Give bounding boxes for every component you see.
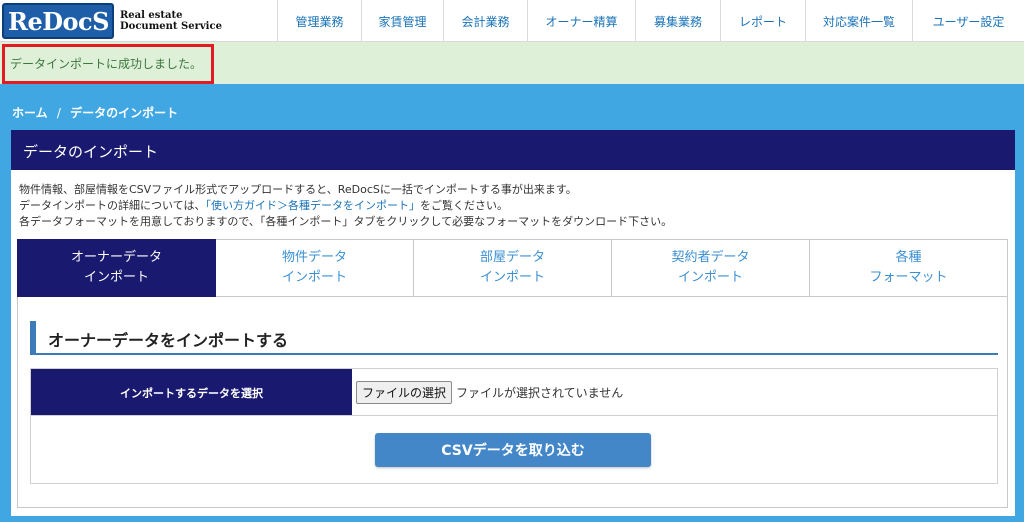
main-nav: 管理業務 家賃管理 会計業務 オーナー精算 募集業務 レポート 対応案件一覧 ユ… xyxy=(277,0,1024,42)
tab-tenant-line1: 契約者データ xyxy=(671,250,750,265)
tab-owner-import[interactable]: オーナーデータ インポート xyxy=(17,239,216,297)
top-header: ReDocS Real estate Document Service 管理業務… xyxy=(0,0,1024,42)
tab-room-import[interactable]: 部屋データ インポート xyxy=(414,239,612,297)
nav-item-owner-settlement[interactable]: オーナー精算 xyxy=(527,0,635,42)
panel-description: 物件情報、部屋情報をCSVファイル形式でアップロードすると、ReDocSに一括で… xyxy=(11,170,1015,230)
nav-item-recruitment[interactable]: 募集業務 xyxy=(635,0,720,42)
section-title: オーナーデータをインポートする xyxy=(30,321,998,355)
logo-subtitle: Real estate Document Service xyxy=(120,10,222,32)
tab-room-line2: インポート xyxy=(479,270,545,285)
tab-property-line1: 物件データ xyxy=(281,250,347,265)
nav-item-rent[interactable]: 家賃管理 xyxy=(361,0,443,42)
tab-tenant-import[interactable]: 契約者データ インポート xyxy=(612,239,810,297)
tab-tenant-line2: インポート xyxy=(677,270,743,285)
breadcrumb-home[interactable]: ホーム xyxy=(12,106,48,120)
tab-formats-line2: フォーマット xyxy=(869,270,948,285)
desc-line2: データインポートの詳細については、「使い方ガイド＞各種データをインポート」をご覧… xyxy=(19,198,1015,214)
tab-room-line1: 部屋データ xyxy=(479,250,545,265)
nav-item-cases[interactable]: 対応案件一覧 xyxy=(805,0,912,42)
tab-property-line2: インポート xyxy=(281,270,347,285)
breadcrumb-current: データのインポート xyxy=(70,106,179,120)
csv-import-button[interactable]: CSVデータを取り込む xyxy=(375,433,651,467)
file-status: ファイルが選択されていません xyxy=(456,385,624,400)
file-select-label: インポートするデータを選択 xyxy=(31,369,352,416)
form-divider xyxy=(31,415,997,416)
nav-item-user-settings[interactable]: ユーザー設定 xyxy=(912,0,1024,42)
tab-formats[interactable]: 各種 フォーマット xyxy=(810,239,1008,297)
file-select-button[interactable]: ファイルの選択 xyxy=(356,380,453,404)
nav-item-management[interactable]: 管理業務 xyxy=(277,0,361,42)
main-area: ホーム / データのインポート データのインポート 物件情報、部屋情報をCSVフ… xyxy=(0,84,1024,522)
desc-line2-suffix: をご覧ください。 xyxy=(419,199,508,212)
tab-content: オーナーデータをインポートする インポートするデータを選択 ファイルの選択 ファ… xyxy=(17,297,1008,508)
tab-owner-line2: インポート xyxy=(83,270,149,285)
import-tabs: オーナーデータ インポート 物件データ インポート 部屋データ インポート 契約… xyxy=(17,239,1008,297)
logo-text: ReDocS xyxy=(8,6,109,36)
tab-owner-line1: オーナーデータ xyxy=(70,250,162,265)
desc-line1: 物件情報、部屋情報をCSVファイル形式でアップロードすると、ReDocSに一括で… xyxy=(19,183,577,196)
logo-sub-line1: Real estate xyxy=(120,10,183,21)
logo-mark: ReDocS xyxy=(2,3,114,39)
desc-line2-prefix: データインポートの詳細については、 xyxy=(19,199,206,212)
nav-item-report[interactable]: レポート xyxy=(720,0,805,42)
desc-line3: 各データフォーマットを用意しておりますので、「各種インポート」タブをクリックして… xyxy=(19,215,673,228)
tab-property-import[interactable]: 物件データ インポート xyxy=(216,239,414,297)
import-form: インポートするデータを選択 ファイルの選択 ファイルが選択されていません CSV… xyxy=(30,368,998,484)
nav-item-accounting[interactable]: 会計業務 xyxy=(443,0,527,42)
alert-highlight-box xyxy=(2,44,214,84)
redocs-logo[interactable]: ReDocS Real estate Document Service xyxy=(2,3,222,39)
panel-title: データのインポート xyxy=(11,130,1015,170)
file-input[interactable]: ファイルの選択 ファイルが選択されていません xyxy=(352,369,997,416)
logo-sub-line2: Document Service xyxy=(120,21,222,32)
guide-link[interactable]: 「使い方ガイド＞各種データをインポート」 xyxy=(205,199,420,212)
import-panel: データのインポート 物件情報、部屋情報をCSVファイル形式でアップロードすると、… xyxy=(11,130,1015,516)
tab-formats-line1: 各種 xyxy=(895,250,922,265)
breadcrumb-separator: / xyxy=(56,106,61,120)
breadcrumb: ホーム / データのインポート xyxy=(12,104,178,121)
